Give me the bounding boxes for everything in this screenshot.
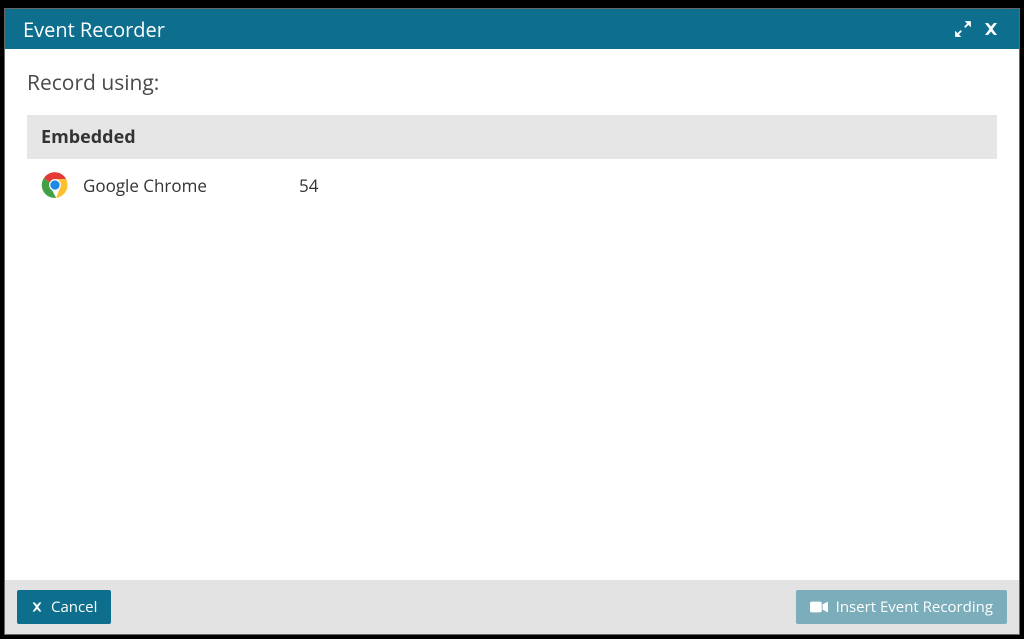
cancel-x-icon	[31, 601, 43, 613]
insert-event-recording-button[interactable]: Insert Event Recording	[796, 590, 1007, 624]
cancel-button[interactable]: Cancel	[17, 590, 111, 624]
close-icon[interactable]	[977, 15, 1005, 43]
browser-name: Google Chrome	[69, 174, 299, 197]
dialog-footer: Cancel Insert Event Recording	[5, 580, 1019, 634]
videocamera-icon	[810, 600, 828, 614]
chrome-icon	[41, 171, 69, 199]
dialog-title: Event Recorder	[23, 16, 949, 43]
dialog-body: Record using: Embedded Google Chrome 54	[5, 49, 1019, 580]
browser-row-chrome[interactable]: Google Chrome 54	[27, 159, 997, 211]
insert-label: Insert Event Recording	[836, 597, 993, 617]
section-header-embedded: Embedded	[27, 115, 997, 159]
expand-icon[interactable]	[949, 15, 977, 43]
dialog-header: Event Recorder	[5, 9, 1019, 49]
record-using-label: Record using:	[27, 69, 997, 97]
cancel-label: Cancel	[51, 597, 97, 617]
event-recorder-dialog: Event Recorder Record using: Embedded	[4, 8, 1020, 635]
browser-version: 54	[299, 174, 318, 197]
